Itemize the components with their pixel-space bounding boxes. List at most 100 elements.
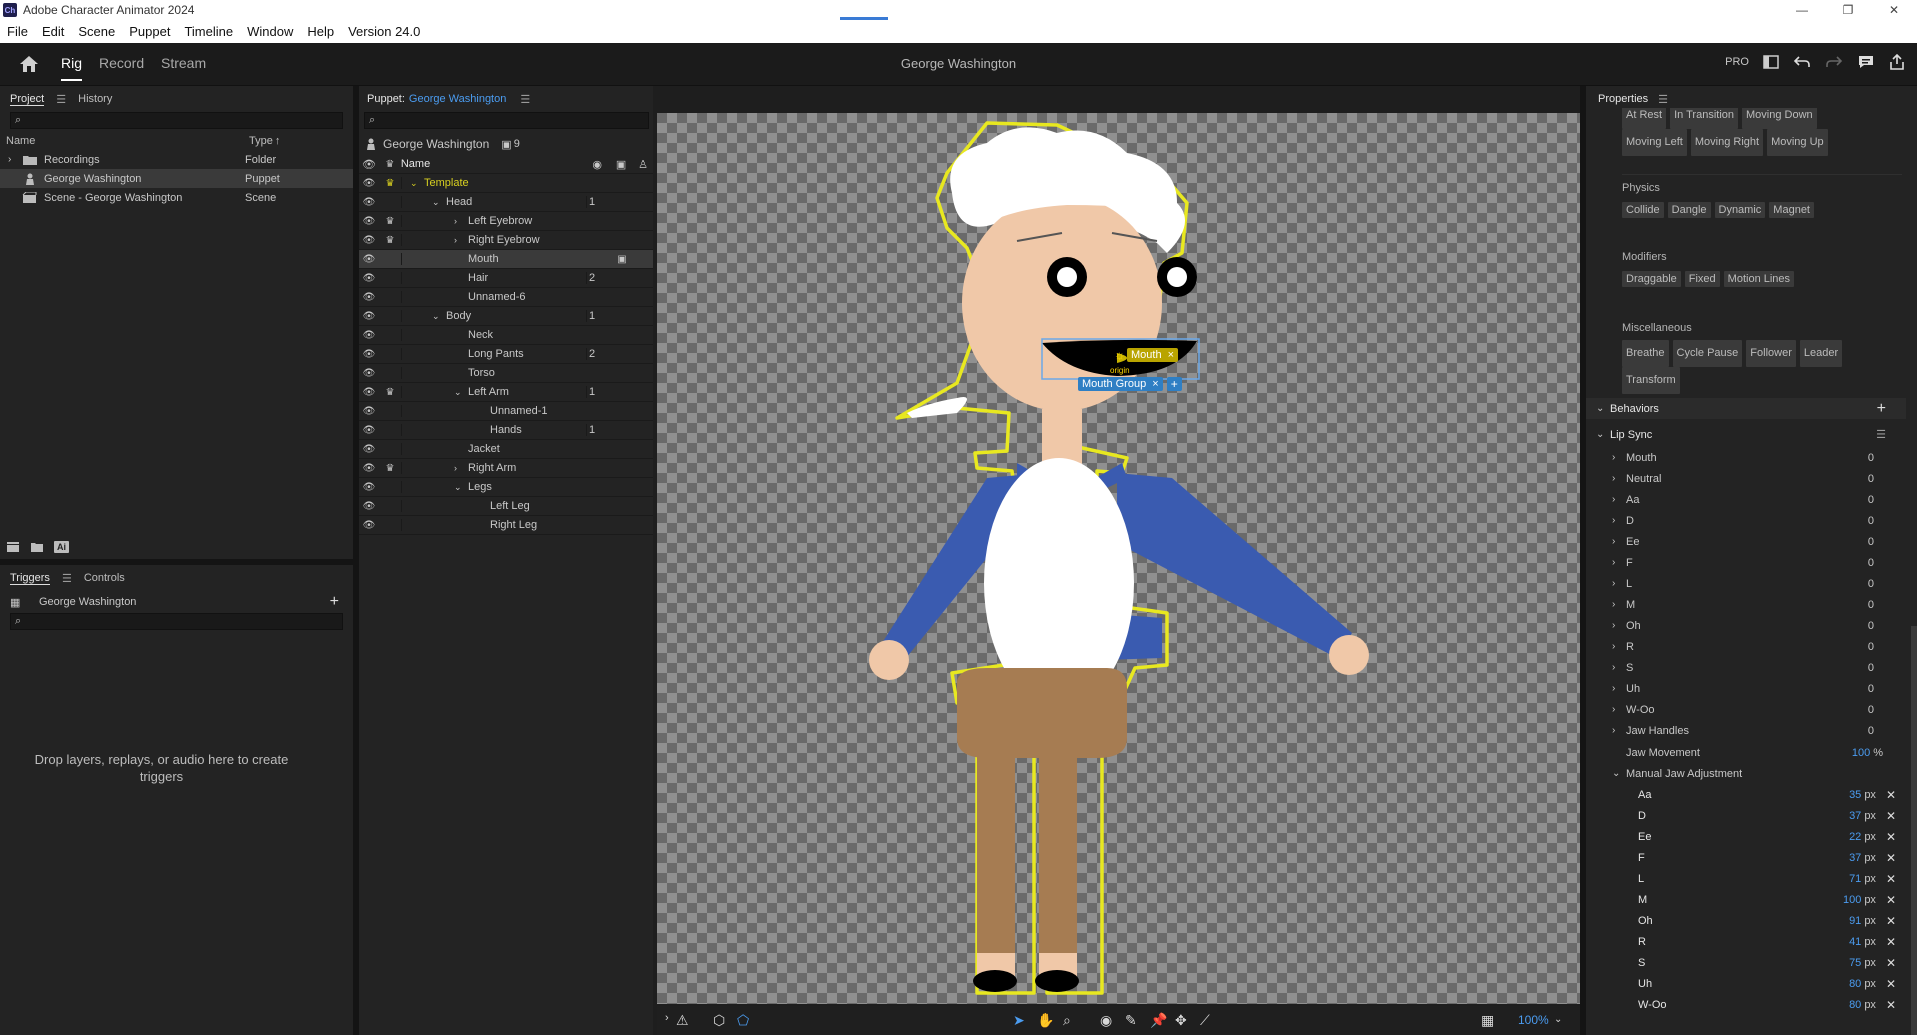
layer-row[interactable]: 👁 Long Pants 2 xyxy=(359,345,653,364)
tag-chip[interactable]: Moving Left xyxy=(1622,129,1687,156)
tag-chip[interactable]: Dangle xyxy=(1667,202,1711,218)
list-item[interactable]: George Washington Puppet xyxy=(0,169,353,188)
panel-menu-icon[interactable]: ☰ xyxy=(56,93,66,106)
handle-tool-icon[interactable]: ✎ xyxy=(1125,1012,1137,1029)
menu-window[interactable]: Window xyxy=(240,24,300,39)
chevron-right-icon[interactable]: › xyxy=(1612,452,1626,463)
zoom-tool-icon[interactable]: ⌕ xyxy=(1063,1012,1071,1029)
tag-chip[interactable]: Collide xyxy=(1622,202,1664,218)
tag-chip[interactable]: Moving Right xyxy=(1690,129,1764,156)
comments-icon[interactable] xyxy=(1857,54,1875,70)
chevron-right-icon[interactable]: › xyxy=(1612,725,1626,736)
layer-row[interactable]: 👁 Unnamed-6 xyxy=(359,288,653,307)
eye-icon[interactable]: 👁 xyxy=(359,330,379,341)
independent-column-icon[interactable]: ♙ xyxy=(633,158,653,171)
panel-menu-icon[interactable]: ☰ xyxy=(520,93,530,106)
menu-timeline[interactable]: Timeline xyxy=(177,24,240,39)
layer-row[interactable]: 👁 ⌄ Body 1 xyxy=(359,307,653,326)
chevron-right-icon[interactable]: › xyxy=(1612,473,1626,484)
minimize-button[interactable]: — xyxy=(1779,0,1825,20)
viseme-row[interactable]: › Uh 0 xyxy=(1586,678,1906,699)
chevron-right-icon[interactable]: › xyxy=(1612,641,1626,652)
origin-tool-icon[interactable]: ◉ xyxy=(1100,1012,1112,1029)
maximize-button[interactable]: ❐ xyxy=(1825,0,1871,20)
tag-chip[interactable]: Breathe xyxy=(1622,340,1669,367)
puppet-header-name[interactable]: George Washington xyxy=(409,93,506,105)
chevron-right-icon[interactable]: › xyxy=(1612,599,1626,610)
zoom-level[interactable]: 100% xyxy=(1518,1013,1549,1027)
eye-icon[interactable]: 👁 xyxy=(359,387,379,398)
tag-chip[interactable]: Fixed xyxy=(1684,271,1720,287)
layer-row[interactable]: 👁 Hair 2 xyxy=(359,269,653,288)
select-tool-icon[interactable]: ➤ xyxy=(1013,1012,1025,1029)
layer-row[interactable]: 👁 ♛ › Right Eyebrow xyxy=(359,231,653,250)
redo-icon[interactable] xyxy=(1825,55,1843,69)
viseme-row[interactable]: › Mouth 0 xyxy=(1586,447,1906,468)
tag-chip[interactable]: Motion Lines xyxy=(1723,271,1795,287)
crown-icon[interactable]: ♛ xyxy=(379,463,401,474)
close-icon[interactable]: ✕ xyxy=(1886,851,1896,865)
eye-icon[interactable]: 👁 xyxy=(359,273,379,284)
menu-edit[interactable]: Edit xyxy=(35,24,71,39)
chevron-down-icon[interactable]: ⌄ xyxy=(454,387,468,398)
chevron-down-icon[interactable]: ⌄ xyxy=(1554,1014,1562,1025)
close-button[interactable]: ✕ xyxy=(1871,0,1917,20)
tag-chip[interactable]: At Rest xyxy=(1622,108,1667,129)
triggers-search-input[interactable]: ⌕ xyxy=(10,613,343,630)
manual-jaw-value[interactable]: 80 xyxy=(1849,999,1861,1011)
puppet-search-input[interactable]: ⌕ xyxy=(364,112,649,129)
chevron-right-icon[interactable]: › xyxy=(454,216,468,226)
new-scene-icon[interactable] xyxy=(6,541,20,553)
manual-jaw-header[interactable]: ⌄ Manual Jaw Adjustment xyxy=(1586,763,1906,784)
tab-history[interactable]: History xyxy=(78,93,112,105)
close-icon[interactable]: ✕ xyxy=(1886,788,1896,802)
manual-jaw-value[interactable]: 91 xyxy=(1849,915,1861,927)
layer-row[interactable]: 👁 Unnamed-1 xyxy=(359,402,653,421)
chevron-down-icon[interactable]: ⌄ xyxy=(1596,403,1610,414)
add-group-button[interactable]: + xyxy=(1166,377,1182,391)
menu-file[interactable]: File xyxy=(0,24,35,39)
chevron-right-icon[interactable]: › xyxy=(8,154,22,165)
viseme-row[interactable]: › Oh 0 xyxy=(1586,615,1906,636)
crown-icon[interactable]: ♛ xyxy=(379,235,401,246)
properties-scrollbar[interactable] xyxy=(1911,626,1917,1035)
undo-icon[interactable] xyxy=(1793,55,1811,69)
crown-icon[interactable]: ♛ xyxy=(379,387,401,398)
tag-chip[interactable]: Magnet xyxy=(1769,202,1814,218)
tab-controls[interactable]: Controls xyxy=(84,572,125,584)
tab-project[interactable]: Project xyxy=(10,93,45,106)
chevron-right-icon[interactable]: › xyxy=(1612,494,1626,505)
manual-jaw-value[interactable]: 41 xyxy=(1849,936,1861,948)
eye-icon[interactable]: 👁 xyxy=(359,444,379,455)
menu-version[interactable]: Version 24.0 xyxy=(341,24,427,39)
manual-jaw-value[interactable]: 100 xyxy=(1843,894,1861,906)
viseme-row[interactable]: › Aa 0 xyxy=(1586,489,1906,510)
move-tool-icon[interactable]: ✥ xyxy=(1175,1012,1187,1029)
chevron-right-icon[interactable]: › xyxy=(665,1012,669,1024)
eye-icon[interactable]: 👁 xyxy=(359,254,379,265)
layer-row[interactable]: 👁 Hands 1 xyxy=(359,421,653,440)
list-item[interactable]: › Recordings Folder xyxy=(0,150,353,169)
tag-chip[interactable]: Transform xyxy=(1622,367,1680,394)
chevron-right-icon[interactable]: › xyxy=(1612,620,1626,631)
tag-chip[interactable]: Moving Down xyxy=(1742,108,1817,129)
manual-jaw-value[interactable]: 71 xyxy=(1849,873,1861,885)
add-behavior-button[interactable]: + xyxy=(1877,400,1886,418)
close-icon[interactable]: ✕ xyxy=(1886,872,1896,886)
layer-row[interactable]: 👁 Torso xyxy=(359,364,653,383)
mesh-icon[interactable]: ⬡ xyxy=(713,1012,725,1029)
menu-scene[interactable]: Scene xyxy=(71,24,122,39)
eye-icon[interactable]: 👁 xyxy=(359,406,379,417)
eye-icon[interactable]: 👁 xyxy=(359,197,379,208)
behavior-menu-icon[interactable]: ☰ xyxy=(1876,428,1886,441)
eye-icon[interactable]: 👁 xyxy=(359,178,379,189)
warning-icon[interactable]: ⚠ xyxy=(676,1012,689,1029)
eye-icon[interactable]: 👁 xyxy=(359,349,379,360)
viseme-row[interactable]: › W-Oo 0 xyxy=(1586,699,1906,720)
tag-chip[interactable]: Follower xyxy=(1746,340,1796,367)
column-name[interactable]: Name xyxy=(6,135,249,147)
checkerboard-icon[interactable]: ▦ xyxy=(1481,1012,1494,1029)
close-icon[interactable]: ✕ xyxy=(1886,893,1896,907)
chevron-down-icon[interactable]: ⌄ xyxy=(1612,768,1626,779)
viseme-row[interactable]: › S 0 xyxy=(1586,657,1906,678)
